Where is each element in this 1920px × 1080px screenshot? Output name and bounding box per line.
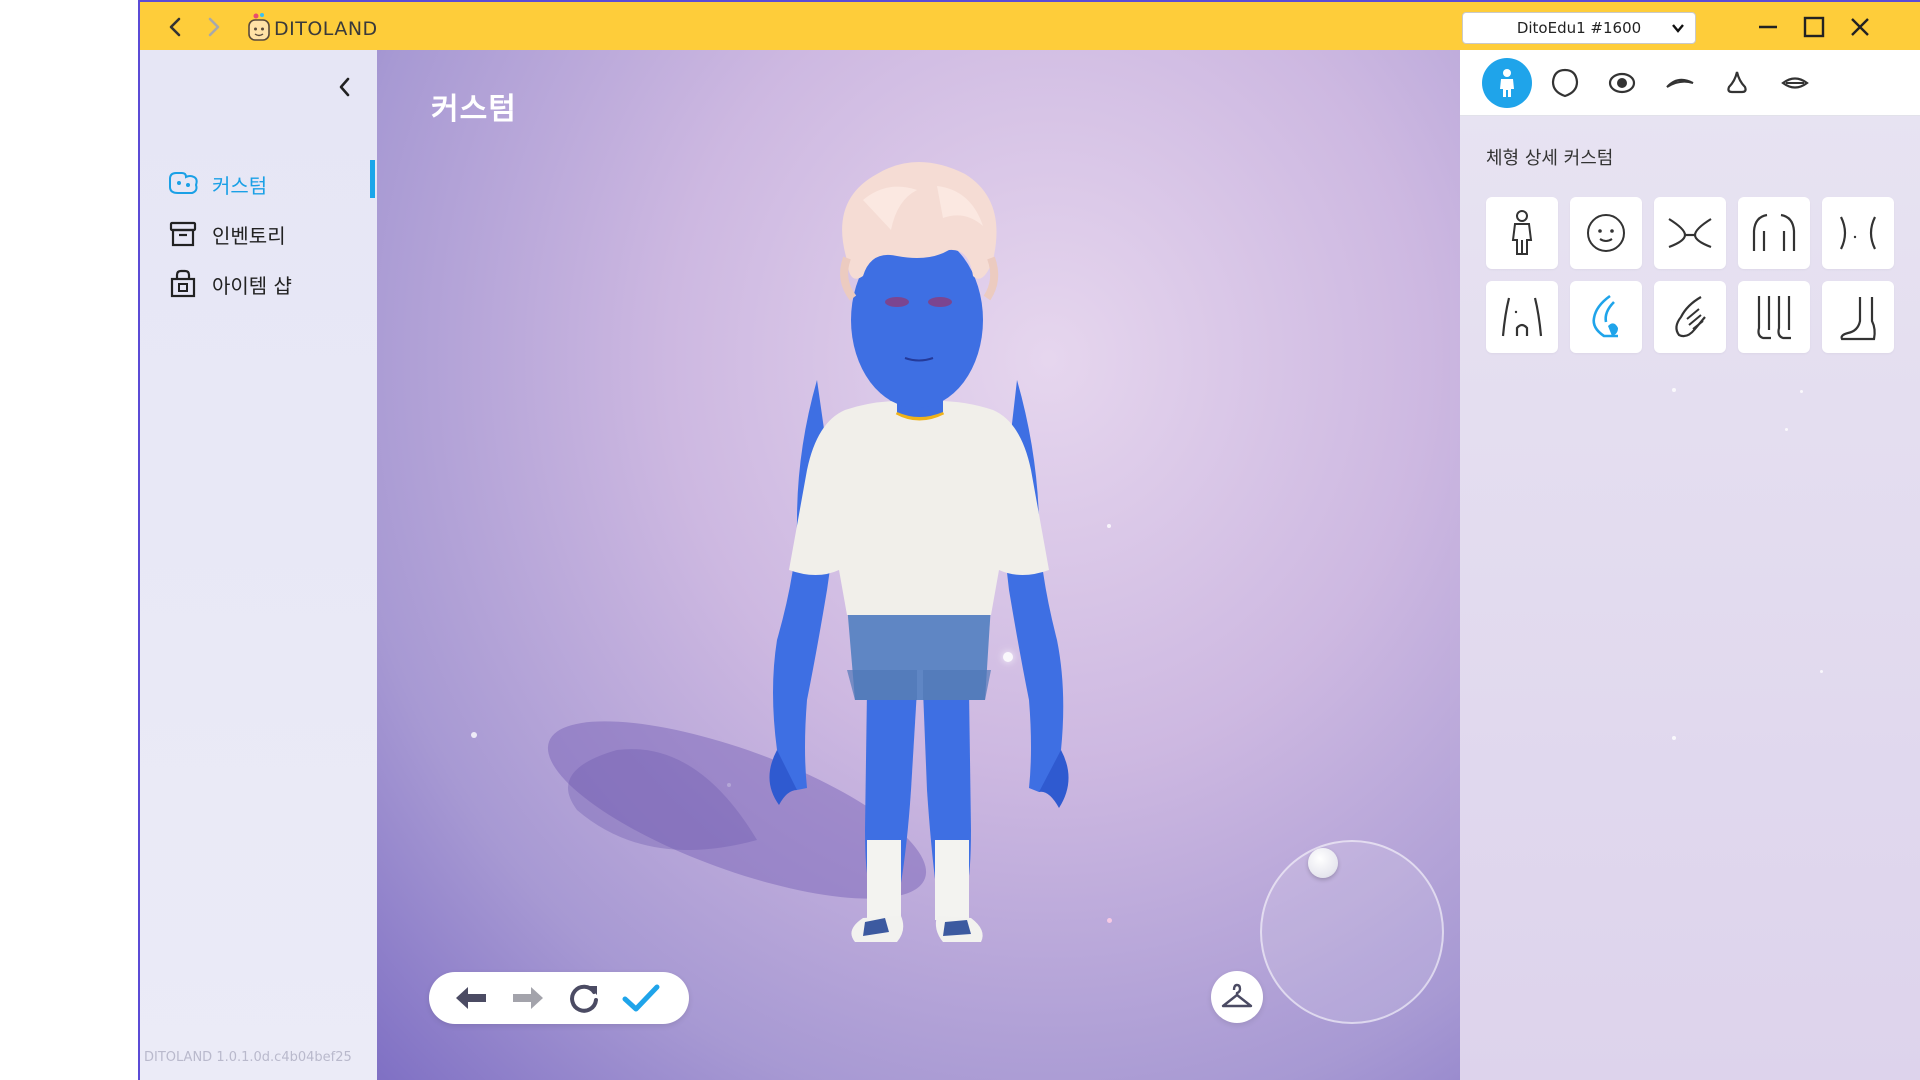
reset-button[interactable] xyxy=(562,978,606,1018)
app-window: DITOLAND DitoEdu1 #1600 커스텀 인벤토리 아이템 샵 D… xyxy=(138,0,1920,1080)
part-waist[interactable] xyxy=(1486,281,1558,353)
sidebar-item-custom[interactable]: 커스텀 xyxy=(166,163,366,205)
arm-icon xyxy=(1592,294,1618,338)
undo-button[interactable] xyxy=(449,978,493,1018)
section-title: 체형 상세 커스텀 xyxy=(1486,148,1614,169)
tab-mouth[interactable] xyxy=(1770,58,1820,108)
checkmark-icon xyxy=(622,984,660,1012)
neck-icon xyxy=(1668,218,1712,249)
full-body-icon xyxy=(1511,210,1533,255)
account-select-value: DitoEdu1 #1600 xyxy=(1516,19,1642,37)
body-parts-grid xyxy=(1486,197,1902,357)
collapse-sidebar-button[interactable] xyxy=(328,70,362,104)
chevron-left-icon xyxy=(169,17,181,37)
page-title: 커스텀 xyxy=(431,92,517,127)
shoulders-icon xyxy=(1752,213,1796,251)
sidebar-item-label: 아이템 샵 xyxy=(212,273,292,298)
sparkle xyxy=(1672,388,1676,392)
tab-nose[interactable] xyxy=(1712,58,1762,108)
account-select[interactable]: DitoEdu1 #1600 xyxy=(1462,12,1696,44)
active-indicator xyxy=(370,160,375,198)
avatar-viewport[interactable]: 커스텀 xyxy=(377,50,1460,1080)
part-arm[interactable] xyxy=(1570,281,1642,353)
close-button[interactable] xyxy=(1842,8,1878,46)
body-figure-icon xyxy=(1500,69,1514,97)
nose-icon xyxy=(1727,71,1747,94)
tab-eyes[interactable] xyxy=(1597,58,1647,108)
redo-button[interactable] xyxy=(506,978,550,1018)
maximize-icon xyxy=(1803,16,1825,38)
part-face[interactable] xyxy=(1570,197,1642,269)
arrow-right-icon xyxy=(513,987,543,1009)
shopping-bag-icon xyxy=(166,268,200,300)
tab-head-shape[interactable] xyxy=(1540,58,1590,108)
edit-history-bar xyxy=(429,972,689,1024)
foot-icon xyxy=(1840,297,1876,341)
legs-icon xyxy=(1757,296,1791,340)
part-full-body[interactable] xyxy=(1486,197,1558,269)
inventory-box-icon xyxy=(166,218,200,250)
waist-icon xyxy=(1501,297,1543,337)
chest-icon xyxy=(1840,216,1876,250)
sparkle xyxy=(1785,428,1788,431)
sparkle xyxy=(1800,390,1803,393)
eye-icon xyxy=(1608,72,1636,94)
chevron-down-icon xyxy=(1672,24,1684,33)
minimize-icon xyxy=(1759,25,1777,29)
chevron-left-icon xyxy=(339,77,350,97)
face-icon xyxy=(1587,214,1625,252)
part-chest[interactable] xyxy=(1822,197,1894,269)
forward-button[interactable] xyxy=(195,8,231,46)
maximize-button[interactable] xyxy=(1796,8,1832,46)
category-tabs xyxy=(1460,50,1920,116)
head-shape-icon xyxy=(1551,68,1579,98)
hanger-icon xyxy=(1221,983,1253,1008)
minimize-button[interactable] xyxy=(1750,8,1786,46)
sidebar-item-shop[interactable]: 아이템 샵 xyxy=(166,263,366,305)
sidebar-item-label: 인벤토리 xyxy=(212,223,286,248)
part-hand[interactable] xyxy=(1654,281,1726,353)
version-label: DITOLAND 1.0.1.0d.c4b04bef25 xyxy=(144,1050,352,1065)
part-shoulders[interactable] xyxy=(1738,197,1810,269)
custom-icon xyxy=(166,168,200,200)
sidebar: 커스텀 인벤토리 아이템 샵 DITOLAND 1.0.1.0d.c4b04be… xyxy=(140,50,377,1080)
mouth-icon xyxy=(1781,77,1809,89)
confirm-button[interactable] xyxy=(619,978,663,1018)
title-bar: DITOLAND DitoEdu1 #1600 xyxy=(140,0,1920,50)
back-button[interactable] xyxy=(158,8,194,46)
close-icon xyxy=(1851,18,1869,36)
refresh-icon xyxy=(570,984,598,1013)
tab-eyebrows[interactable] xyxy=(1655,58,1705,108)
customize-panel: 체형 상세 커스텀 xyxy=(1460,50,1920,1080)
part-legs[interactable] xyxy=(1738,281,1810,353)
sparkle xyxy=(1672,736,1676,740)
eyebrow-icon xyxy=(1666,78,1694,88)
sidebar-item-label: 커스텀 xyxy=(212,173,268,198)
ditoland-logo-icon xyxy=(248,13,270,41)
sidebar-item-inventory[interactable]: 인벤토리 xyxy=(166,213,366,255)
sparkle xyxy=(1820,670,1823,673)
part-neck[interactable] xyxy=(1654,197,1726,269)
app-title: DITOLAND xyxy=(274,18,378,40)
arrow-left-icon xyxy=(456,987,486,1009)
joystick-knob[interactable] xyxy=(1308,848,1338,878)
tab-body[interactable] xyxy=(1482,58,1532,108)
hand-icon xyxy=(1675,296,1706,338)
chevron-right-icon xyxy=(208,17,220,37)
part-foot[interactable] xyxy=(1822,281,1894,353)
rotate-joystick[interactable] xyxy=(1260,840,1444,1024)
wardrobe-button[interactable] xyxy=(1211,971,1263,1023)
